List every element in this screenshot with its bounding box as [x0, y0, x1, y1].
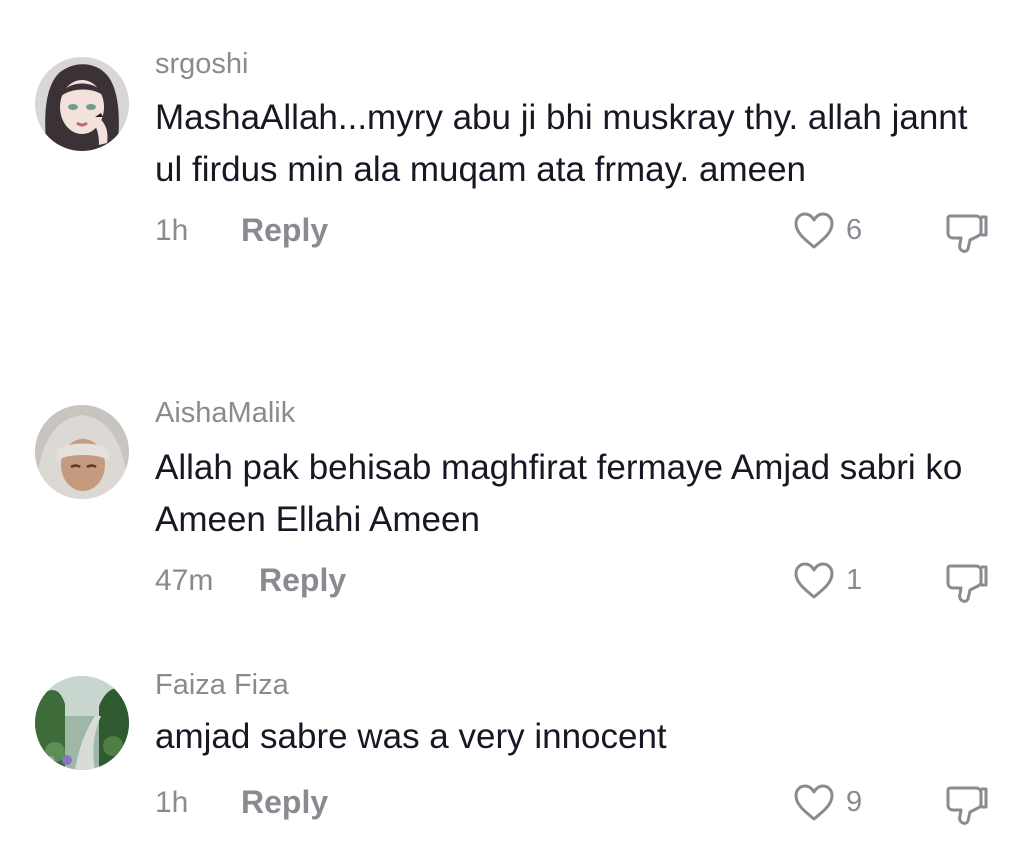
avatar[interactable] — [35, 676, 129, 770]
dislike-icon[interactable] — [944, 780, 990, 826]
comment-item: Faiza Fiza amjad sabre was a very innoce… — [0, 0, 1024, 861]
like-count: 9 — [846, 786, 863, 818]
like-heart-icon[interactable] — [793, 783, 835, 823]
comment-timestamp: 1h — [155, 786, 189, 819]
reply-button[interactable]: Reply — [241, 784, 328, 821]
comment-text: amjad sabre was a very innocent — [155, 717, 667, 756]
comment-username[interactable]: Faiza Fiza — [155, 669, 289, 702]
